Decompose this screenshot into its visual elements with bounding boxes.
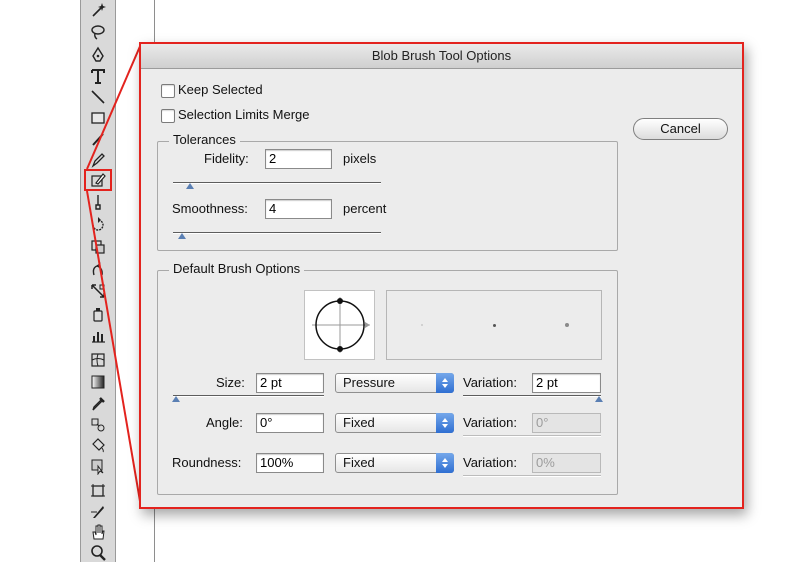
pen-icon[interactable] [87,45,109,65]
brush-shape-preview[interactable] [304,290,375,360]
fidelity-slider-thumb[interactable] [186,183,194,189]
eraser-icon[interactable] [87,192,109,212]
live-paint-selection-icon[interactable] [87,456,109,476]
roundness-mode-value: Fixed [343,455,375,470]
smoothness-field[interactable]: 4 [265,199,332,219]
fidelity-slider-track[interactable] [173,182,381,184]
size-mode-arrow-icon [436,373,454,393]
rectangle-icon[interactable] [87,108,109,128]
roundness-variation-field[interactable]: 0% [532,453,601,473]
fidelity-field[interactable]: 2 [265,149,332,169]
keep-selected-checkbox[interactable] [161,84,175,98]
gradient-icon[interactable] [87,372,109,392]
pencil-icon[interactable] [87,150,109,170]
column-graph-icon[interactable] [87,326,109,346]
brush-preview-dot-mid [493,324,496,327]
angle-label: Angle: [206,415,243,430]
type-icon[interactable] [87,66,109,86]
smoothness-label: Smoothness: [172,201,248,216]
fidelity-label: Fidelity: [204,151,249,166]
blend-icon[interactable] [87,415,109,435]
line-segment-icon[interactable] [87,87,109,107]
brush-preview-dot-min [421,324,423,326]
blob-brush-options-dialog: Blob Brush Tool Options Keep Selected Se… [139,42,744,509]
mesh-icon[interactable] [87,350,109,370]
angle-variation-slider-track [463,435,601,437]
live-paint-bucket-icon[interactable] [87,435,109,455]
brush-size-preview [386,290,602,360]
smoothness-unit: percent [343,201,387,216]
angle-field[interactable]: 0° [256,413,324,433]
roundness-mode-select[interactable]: Fixed [335,453,454,473]
zoom-icon[interactable] [87,543,109,563]
smoothness-slider-track[interactable] [173,232,381,234]
paintbrush-icon[interactable] [87,129,109,149]
smoothness-slider-thumb[interactable] [178,233,186,239]
size-variation-field[interactable]: 2 pt [532,373,601,393]
brush-shape-preview-drawing [312,297,370,353]
dialog-title: Blob Brush Tool Options [141,44,742,69]
lasso-icon[interactable] [87,22,109,42]
size-mode-select[interactable]: Pressure [335,373,454,393]
roundness-variation-slider-track [463,475,601,477]
cancel-button[interactable]: Cancel [633,118,728,140]
roundness-mode-arrow-icon [436,453,454,473]
brush-preview-dot-max [565,323,569,327]
roundness-label: Roundness: [172,455,242,470]
angle-mode-arrow-icon [436,413,454,433]
angle-mode-select[interactable]: Fixed [335,413,454,433]
selected-tool-highlight [84,169,112,191]
size-mode-value: Pressure [343,375,396,390]
rotate-icon[interactable] [87,215,109,235]
selection-limits-merge-checkbox[interactable] [161,109,175,123]
keep-selected-label: Keep Selected [178,82,263,97]
angle-mode-value: Fixed [343,415,375,430]
hand-icon[interactable] [87,522,109,542]
fidelity-unit: pixels [343,151,377,166]
angle-variation-label: Variation: [463,415,517,430]
warp-icon[interactable] [87,259,109,279]
default-brush-options-title: Default Brush Options [169,261,305,276]
size-variation-slider-track[interactable] [463,395,601,397]
roundness-field[interactable]: 100% [256,453,324,473]
canvas-left-area [0,0,155,562]
size-slider-thumb[interactable] [172,396,180,402]
size-slider-track[interactable] [173,395,324,397]
selection-limits-merge-label: Selection Limits Merge [178,107,310,122]
eyedropper-icon[interactable] [87,394,109,414]
artboard-icon[interactable] [87,481,109,501]
free-transform-icon[interactable] [87,281,109,301]
roundness-variation-label: Variation: [463,455,517,470]
size-variation-slider-thumb[interactable] [595,396,603,402]
tolerances-title: Tolerances [169,132,240,147]
angle-variation-field[interactable]: 0° [532,413,601,433]
scale-icon[interactable] [87,237,109,257]
slice-icon[interactable] [87,502,109,522]
size-label: Size: [216,375,245,390]
magic-wand-icon[interactable] [87,0,109,20]
symbol-sprayer-icon[interactable] [87,304,109,324]
size-field[interactable]: 2 pt [256,373,324,393]
size-variation-label: Variation: [463,375,517,390]
